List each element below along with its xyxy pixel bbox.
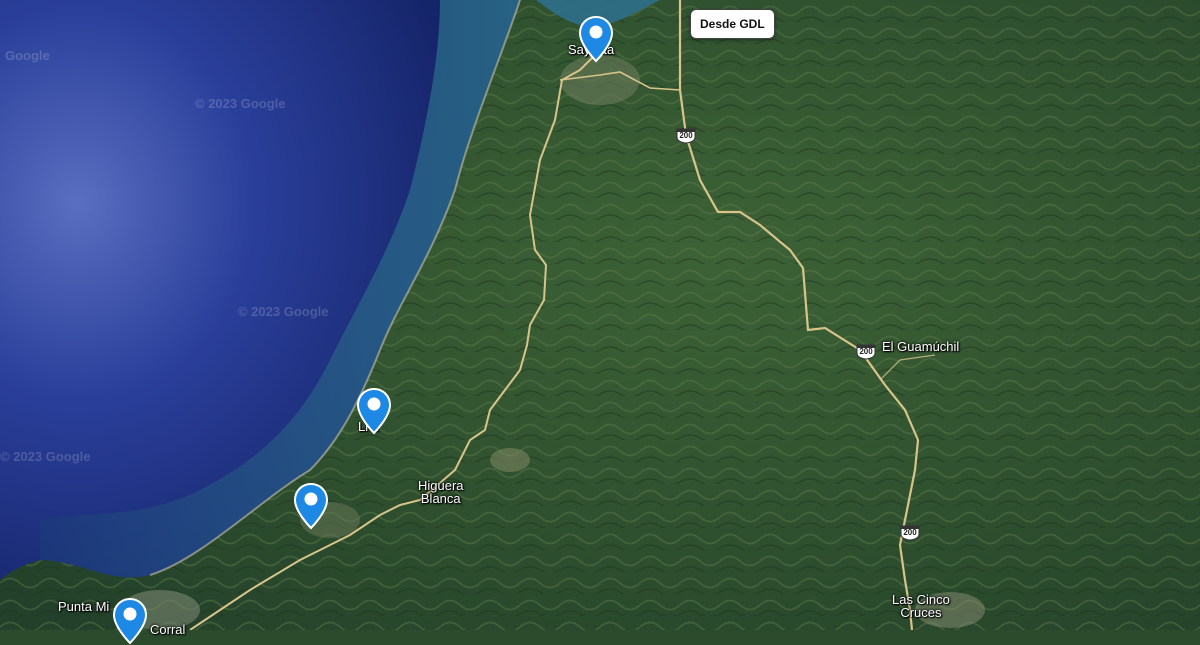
google-watermark: Google <box>5 48 50 63</box>
map-pin-icon <box>293 482 329 530</box>
google-copyright-watermark: © 2023 Google <box>195 96 286 111</box>
route-shield-label: 200 <box>859 347 873 356</box>
place-label-cruces: Cruces <box>900 605 942 620</box>
pin-sayulita[interactable] <box>578 15 614 63</box>
place-label-punta-mita: Punta Mi <box>58 599 110 614</box>
pin-coast[interactable] <box>293 482 329 530</box>
google-copyright-watermark: © 2023 Google <box>238 304 329 319</box>
route-shield-label: 200 <box>903 528 917 537</box>
route-shield-200: 200 <box>856 344 876 360</box>
place-label-higuera-blanca: Higuera Blanca <box>418 479 464 505</box>
map-pin-icon <box>578 15 614 63</box>
route-shield-label: 200 <box>679 131 693 140</box>
desde-gdl-button[interactable]: Desde GDL <box>690 9 775 39</box>
google-copyright-watermark: © 2023 Google <box>0 449 91 464</box>
place-label-blanca: Blanca <box>420 491 461 506</box>
map-pin-icon <box>356 387 392 435</box>
place-label-las-cinco-cruces: Las Cinco Cruces <box>892 593 950 619</box>
route-shield-200: 200 <box>900 525 920 541</box>
map-pin-icon <box>112 597 148 645</box>
place-label-el-guamuchil: El Guamúchil <box>882 339 960 354</box>
satellite-map[interactable] <box>0 0 1200 630</box>
pin-beach[interactable] <box>356 387 392 435</box>
pin-punta-mita[interactable] <box>112 597 148 645</box>
route-shield-200: 200 <box>676 128 696 144</box>
